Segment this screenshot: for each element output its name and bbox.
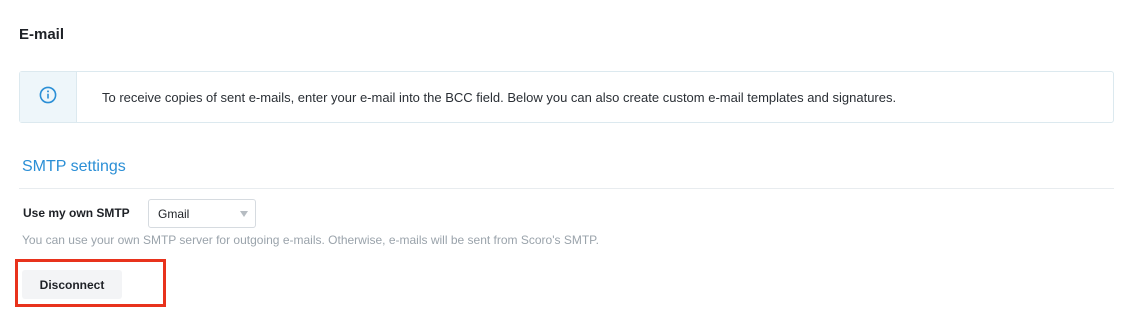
page-title: E-mail bbox=[19, 26, 65, 43]
use-own-smtp-label: Use my own SMTP bbox=[23, 206, 130, 220]
email-settings-page: E-mail To receive copies of sent e-mails… bbox=[0, 0, 1133, 314]
smtp-section-title: SMTP settings bbox=[22, 158, 126, 175]
smtp-help-text: You can use your own SMTP server for out… bbox=[22, 233, 599, 247]
info-icon-cell bbox=[20, 72, 77, 122]
info-banner: To receive copies of sent e-mails, enter… bbox=[19, 71, 1114, 123]
smtp-provider-select[interactable]: Gmail bbox=[148, 199, 256, 228]
section-divider bbox=[19, 188, 1114, 189]
info-icon bbox=[39, 86, 57, 109]
chevron-down-icon bbox=[240, 211, 248, 217]
smtp-provider-value: Gmail bbox=[158, 206, 190, 221]
info-text: To receive copies of sent e-mails, enter… bbox=[102, 89, 897, 105]
disconnect-button[interactable]: Disconnect bbox=[22, 270, 122, 299]
